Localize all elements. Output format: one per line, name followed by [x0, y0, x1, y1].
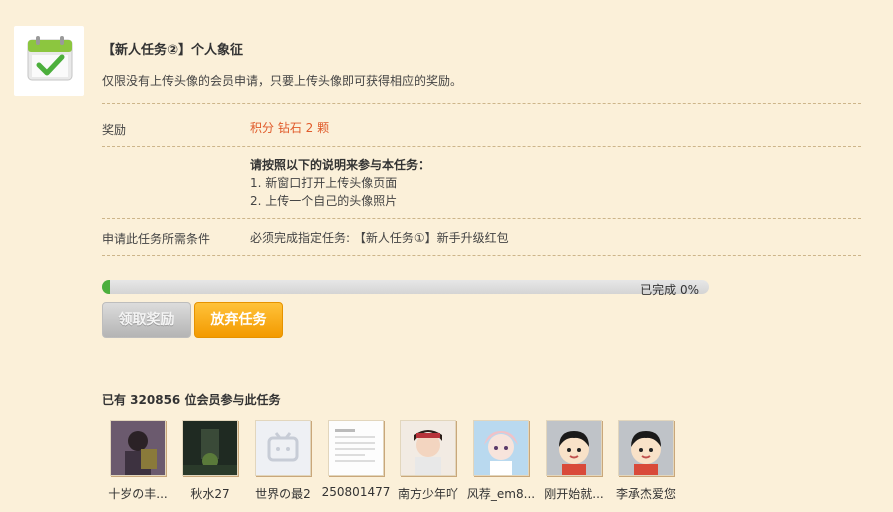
member-name[interactable]: 李承杰爱您: [610, 485, 682, 502]
member-name[interactable]: 250801477: [320, 485, 392, 499]
instructions-block: 请按照以下的说明来参与本任务： 1. 新窗口打开上传头像页面 2. 上传一个自己…: [250, 156, 430, 210]
member-item[interactable]: 李承杰爱您: [610, 420, 682, 502]
member-item[interactable]: 十岁の丰...: [102, 420, 174, 502]
instructions-title: 请按照以下的说明来参与本任务：: [250, 158, 431, 172]
member-name[interactable]: 秋水27: [174, 485, 246, 502]
member-avatar[interactable]: [546, 420, 602, 476]
member-avatar[interactable]: [473, 420, 529, 476]
requirement-value[interactable]: 必须完成指定任务: 【新人任务①】新手升级红包: [250, 229, 509, 246]
member-name[interactable]: 南方少年吖: [392, 485, 464, 502]
reward-label: 奖励: [102, 123, 127, 137]
member-item[interactable]: 秋水27: [174, 420, 246, 502]
requirement-label: 申请此任务所需条件: [102, 232, 211, 246]
progress-bar: 已完成 0%: [102, 280, 709, 297]
claim-reward-button[interactable]: 领取奖励: [102, 302, 191, 338]
member-name[interactable]: 十岁の丰...: [102, 485, 174, 502]
progress-text: 已完成 0%: [640, 283, 699, 297]
member-avatar[interactable]: [400, 420, 456, 476]
member-avatar[interactable]: [110, 420, 166, 476]
member-name[interactable]: 世界の最2: [247, 485, 319, 502]
instruction-item-1[interactable]: 1. 新窗口打开上传头像页面: [250, 174, 430, 192]
reward-row: 奖励 积分 钻石 2 颗: [102, 103, 861, 147]
member-avatar[interactable]: [328, 420, 384, 476]
member-item[interactable]: 250801477: [320, 420, 392, 499]
progress-fill: [102, 280, 110, 294]
member-avatar[interactable]: [182, 420, 238, 476]
instructions-row: 请按照以下的说明来参与本任务： 1. 新窗口打开上传头像页面 2. 上传一个自己…: [102, 146, 861, 219]
member-avatar[interactable]: [618, 420, 674, 476]
task-calendar-check-icon: [14, 26, 84, 96]
member-item[interactable]: 南方少年吖: [392, 420, 464, 502]
member-item[interactable]: 世界の最2: [247, 420, 319, 502]
instruction-item-2: 2. 上传一个自己的头像照片: [250, 194, 398, 208]
requirement-row: 申请此任务所需条件 必须完成指定任务: 【新人任务①】新手升级红包: [102, 218, 861, 256]
member-item[interactable]: 刚开始就...: [538, 420, 610, 502]
member-avatar[interactable]: [255, 420, 311, 476]
member-name[interactable]: 刚开始就...: [538, 485, 610, 502]
reward-value: 积分 钻石 2 颗: [250, 121, 330, 135]
abandon-task-button[interactable]: 放弃任务: [194, 302, 283, 338]
task-description: 仅限没有上传头像的会员申请，只要上传头像即可获得相应的奖励。: [102, 74, 463, 88]
participants-summary: 已有 320856 位会员参与此任务: [102, 393, 281, 407]
task-title: 【新人任务②】个人象征: [102, 43, 244, 58]
member-item[interactable]: 风荐_em8...: [465, 420, 537, 502]
member-name[interactable]: 风荐_em8...: [465, 485, 537, 502]
